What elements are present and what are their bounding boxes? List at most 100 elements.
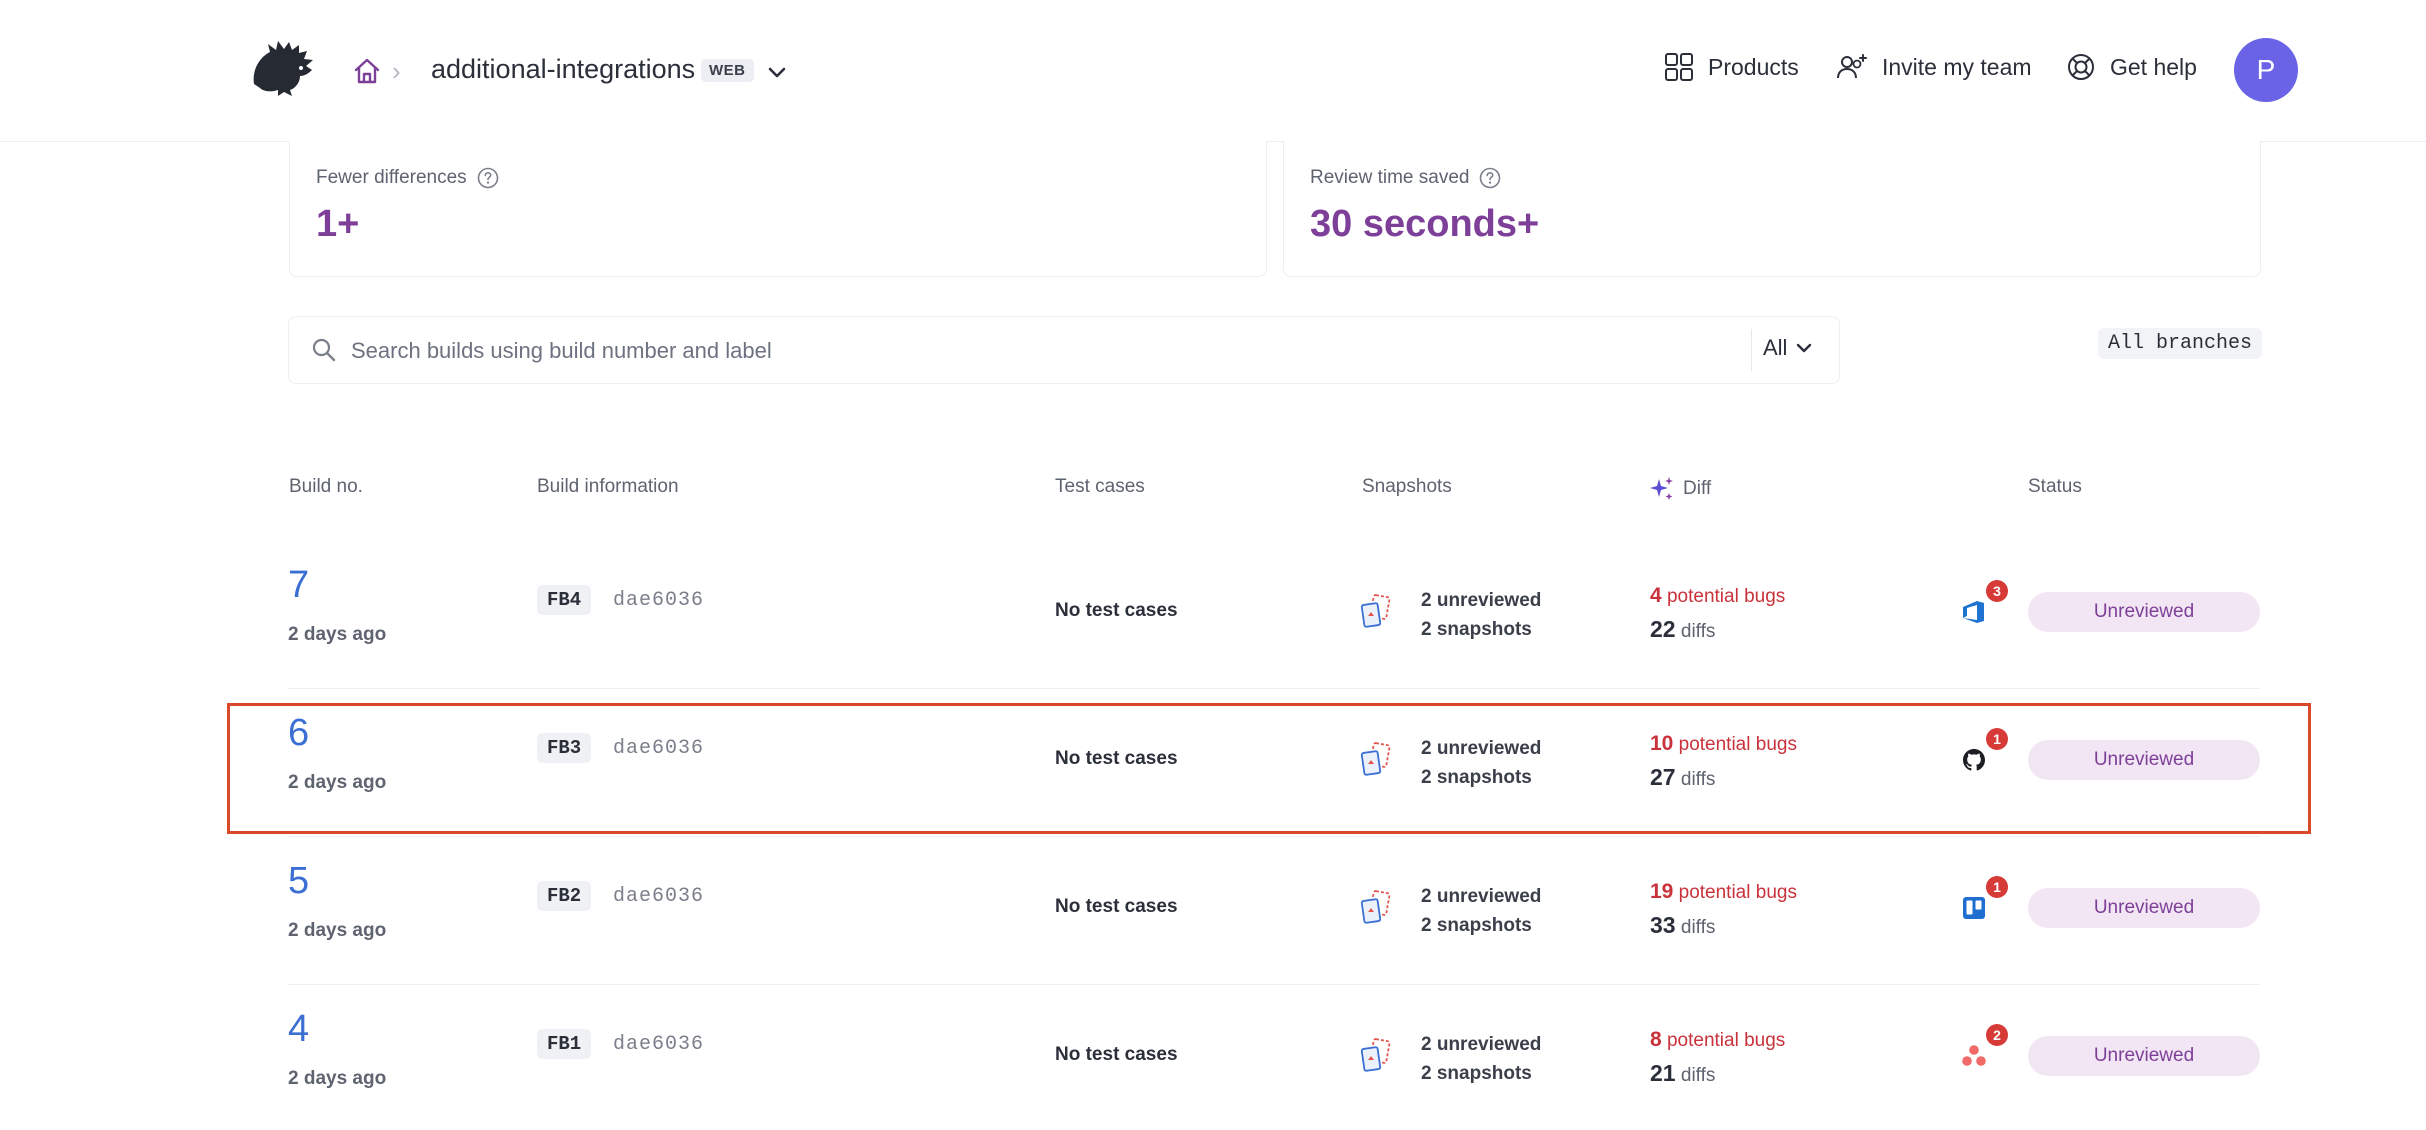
metric-value: 1+ — [316, 203, 360, 245]
products-nav-button[interactable]: Products — [1664, 52, 1799, 82]
build-number-link[interactable]: 7 — [288, 564, 309, 607]
chevron-down-icon[interactable] — [765, 60, 789, 84]
hedgehog-logo-icon[interactable] — [248, 38, 318, 98]
build-label-badge: FB1 — [537, 1029, 592, 1059]
build-label-badge: FB2 — [537, 881, 592, 911]
column-header-status: Status — [2028, 476, 2082, 497]
build-time: 2 days ago — [288, 920, 387, 941]
potential-bugs[interactable]: 8 potential bugs — [1650, 1028, 1785, 1052]
filter-divider — [1751, 329, 1752, 371]
diffs-count: 21 — [1650, 1060, 1676, 1086]
top-bar: › additional-integrations WEB Products I… — [0, 0, 2426, 142]
invite-label: Invite my team — [1882, 53, 2032, 80]
potential-bugs[interactable]: 10 potential bugs — [1650, 732, 1797, 756]
build-label-badge: FB3 — [537, 733, 592, 763]
test-cases-text: No test cases — [1055, 896, 1178, 917]
metric-label: Review time saved — [1310, 167, 1501, 189]
commit-sha[interactable]: dae6036 — [613, 589, 704, 612]
unreviewed-count: 2 unreviewed — [1421, 886, 1542, 907]
table-row[interactable]: 5 2 days ago FB2 dae6036 No test cases 2… — [288, 834, 2260, 982]
table-row[interactable]: 7 2 days ago FB4 dae6036 No test cases 2… — [288, 538, 2260, 686]
test-cases-text: No test cases — [1055, 748, 1178, 769]
column-header-build-info: Build information — [537, 476, 679, 497]
bugs-text: potential bugs — [1666, 1030, 1786, 1051]
status-filter-dropdown[interactable]: All — [1763, 335, 1813, 361]
snapshot-summary: 2 unreviewed 2 snapshots — [1421, 586, 1541, 644]
question-circle-icon[interactable] — [1479, 167, 1501, 189]
project-name[interactable]: additional-integrations — [431, 54, 695, 85]
snapshot-count: 2 snapshots — [1421, 619, 1532, 640]
snapshot-count: 2 snapshots — [1421, 767, 1532, 788]
column-header-diff: Diff — [1649, 476, 1711, 502]
diff-count: 33 diffs — [1650, 912, 1715, 939]
invite-team-button[interactable]: Invite my team — [1836, 52, 2032, 82]
bugs-text: potential bugs — [1678, 882, 1797, 903]
column-header-build-no: Build no. — [289, 476, 363, 497]
snapshots-icon — [1360, 742, 1391, 776]
unreviewed-count: 2 unreviewed — [1421, 738, 1542, 759]
metric-label: Fewer differences — [316, 167, 499, 189]
metric-card-review-time-saved: Review time saved 30 seconds+ — [1283, 141, 2261, 277]
diff-count: 21 diffs — [1650, 1060, 1715, 1087]
diff-header-label: Diff — [1683, 478, 1712, 499]
azure-devops-icon[interactable] — [1960, 598, 1988, 626]
status-badge[interactable]: Unreviewed — [2028, 1036, 2260, 1076]
bugs-count: 19 — [1650, 880, 1674, 903]
build-time: 2 days ago — [288, 772, 387, 793]
asana-icon[interactable] — [1960, 1042, 1988, 1070]
add-user-icon — [1837, 54, 1867, 79]
build-time: 2 days ago — [288, 624, 387, 645]
bugs-count: 8 — [1650, 1028, 1662, 1051]
integration-count-badge: 1 — [1986, 876, 2008, 898]
diffs-count: 27 — [1650, 764, 1676, 790]
test-cases-text: No test cases — [1055, 1044, 1178, 1065]
snapshot-summary: 2 unreviewed 2 snapshots — [1421, 734, 1541, 792]
status-badge[interactable]: Unreviewed — [2028, 740, 2260, 780]
diffs-text: diffs — [1680, 917, 1716, 938]
user-avatar[interactable]: P — [2234, 38, 2298, 102]
snapshots-icon — [1360, 594, 1391, 628]
integration-count-badge: 2 — [1986, 1024, 2008, 1046]
commit-sha[interactable]: dae6036 — [613, 1033, 704, 1056]
table-row[interactable]: 6 2 days ago FB3 dae6036 No test cases 2… — [288, 686, 2260, 834]
snapshots-icon — [1360, 1038, 1391, 1072]
branch-filter-button[interactable]: All branches — [2098, 328, 2263, 359]
commit-sha[interactable]: dae6036 — [613, 737, 704, 760]
build-number-link[interactable]: 6 — [288, 712, 309, 755]
snapshot-count: 2 snapshots — [1421, 1063, 1532, 1084]
build-number-link[interactable]: 4 — [288, 1008, 309, 1051]
test-cases-text: No test cases — [1055, 600, 1178, 621]
bugs-text: potential bugs — [1678, 734, 1797, 755]
table-row[interactable]: 4 2 days ago FB1 dae6036 No test cases 2… — [288, 982, 2260, 1130]
potential-bugs[interactable]: 4 potential bugs — [1650, 584, 1785, 608]
diffs-text: diffs — [1680, 769, 1716, 790]
trello-icon[interactable] — [1960, 894, 1988, 922]
unreviewed-count: 2 unreviewed — [1421, 1034, 1542, 1055]
build-search-bar: All — [288, 316, 1840, 384]
github-icon[interactable] — [1960, 746, 1988, 774]
chevron-down-icon — [1797, 343, 1812, 353]
home-icon[interactable] — [352, 56, 382, 86]
diffs-text: diffs — [1680, 1065, 1716, 1086]
status-badge[interactable]: Unreviewed — [2028, 592, 2260, 632]
bugs-count: 4 — [1650, 584, 1662, 607]
potential-bugs[interactable]: 19 potential bugs — [1650, 880, 1797, 904]
metric-card-fewer-differences: Fewer differences 1+ — [289, 141, 1267, 277]
build-time: 2 days ago — [288, 1068, 387, 1089]
help-label: Get help — [2110, 53, 2197, 80]
grid-icon — [1665, 53, 1693, 81]
commit-sha[interactable]: dae6036 — [613, 885, 704, 908]
column-header-snapshots: Snapshots — [1362, 476, 1452, 497]
lifebuoy-icon — [2068, 54, 2094, 80]
breadcrumb-separator-icon: › — [392, 56, 401, 86]
integration-count-badge: 3 — [1986, 580, 2008, 602]
bugs-count: 10 — [1650, 732, 1674, 755]
snapshots-icon — [1360, 890, 1391, 924]
metric-label-text: Fewer differences — [316, 167, 467, 188]
status-badge[interactable]: Unreviewed — [2028, 888, 2260, 928]
question-circle-icon[interactable] — [477, 167, 499, 189]
search-input[interactable] — [349, 329, 1433, 373]
build-number-link[interactable]: 5 — [288, 860, 309, 903]
get-help-button[interactable]: Get help — [2066, 52, 2197, 82]
platform-badge: WEB — [701, 59, 754, 82]
